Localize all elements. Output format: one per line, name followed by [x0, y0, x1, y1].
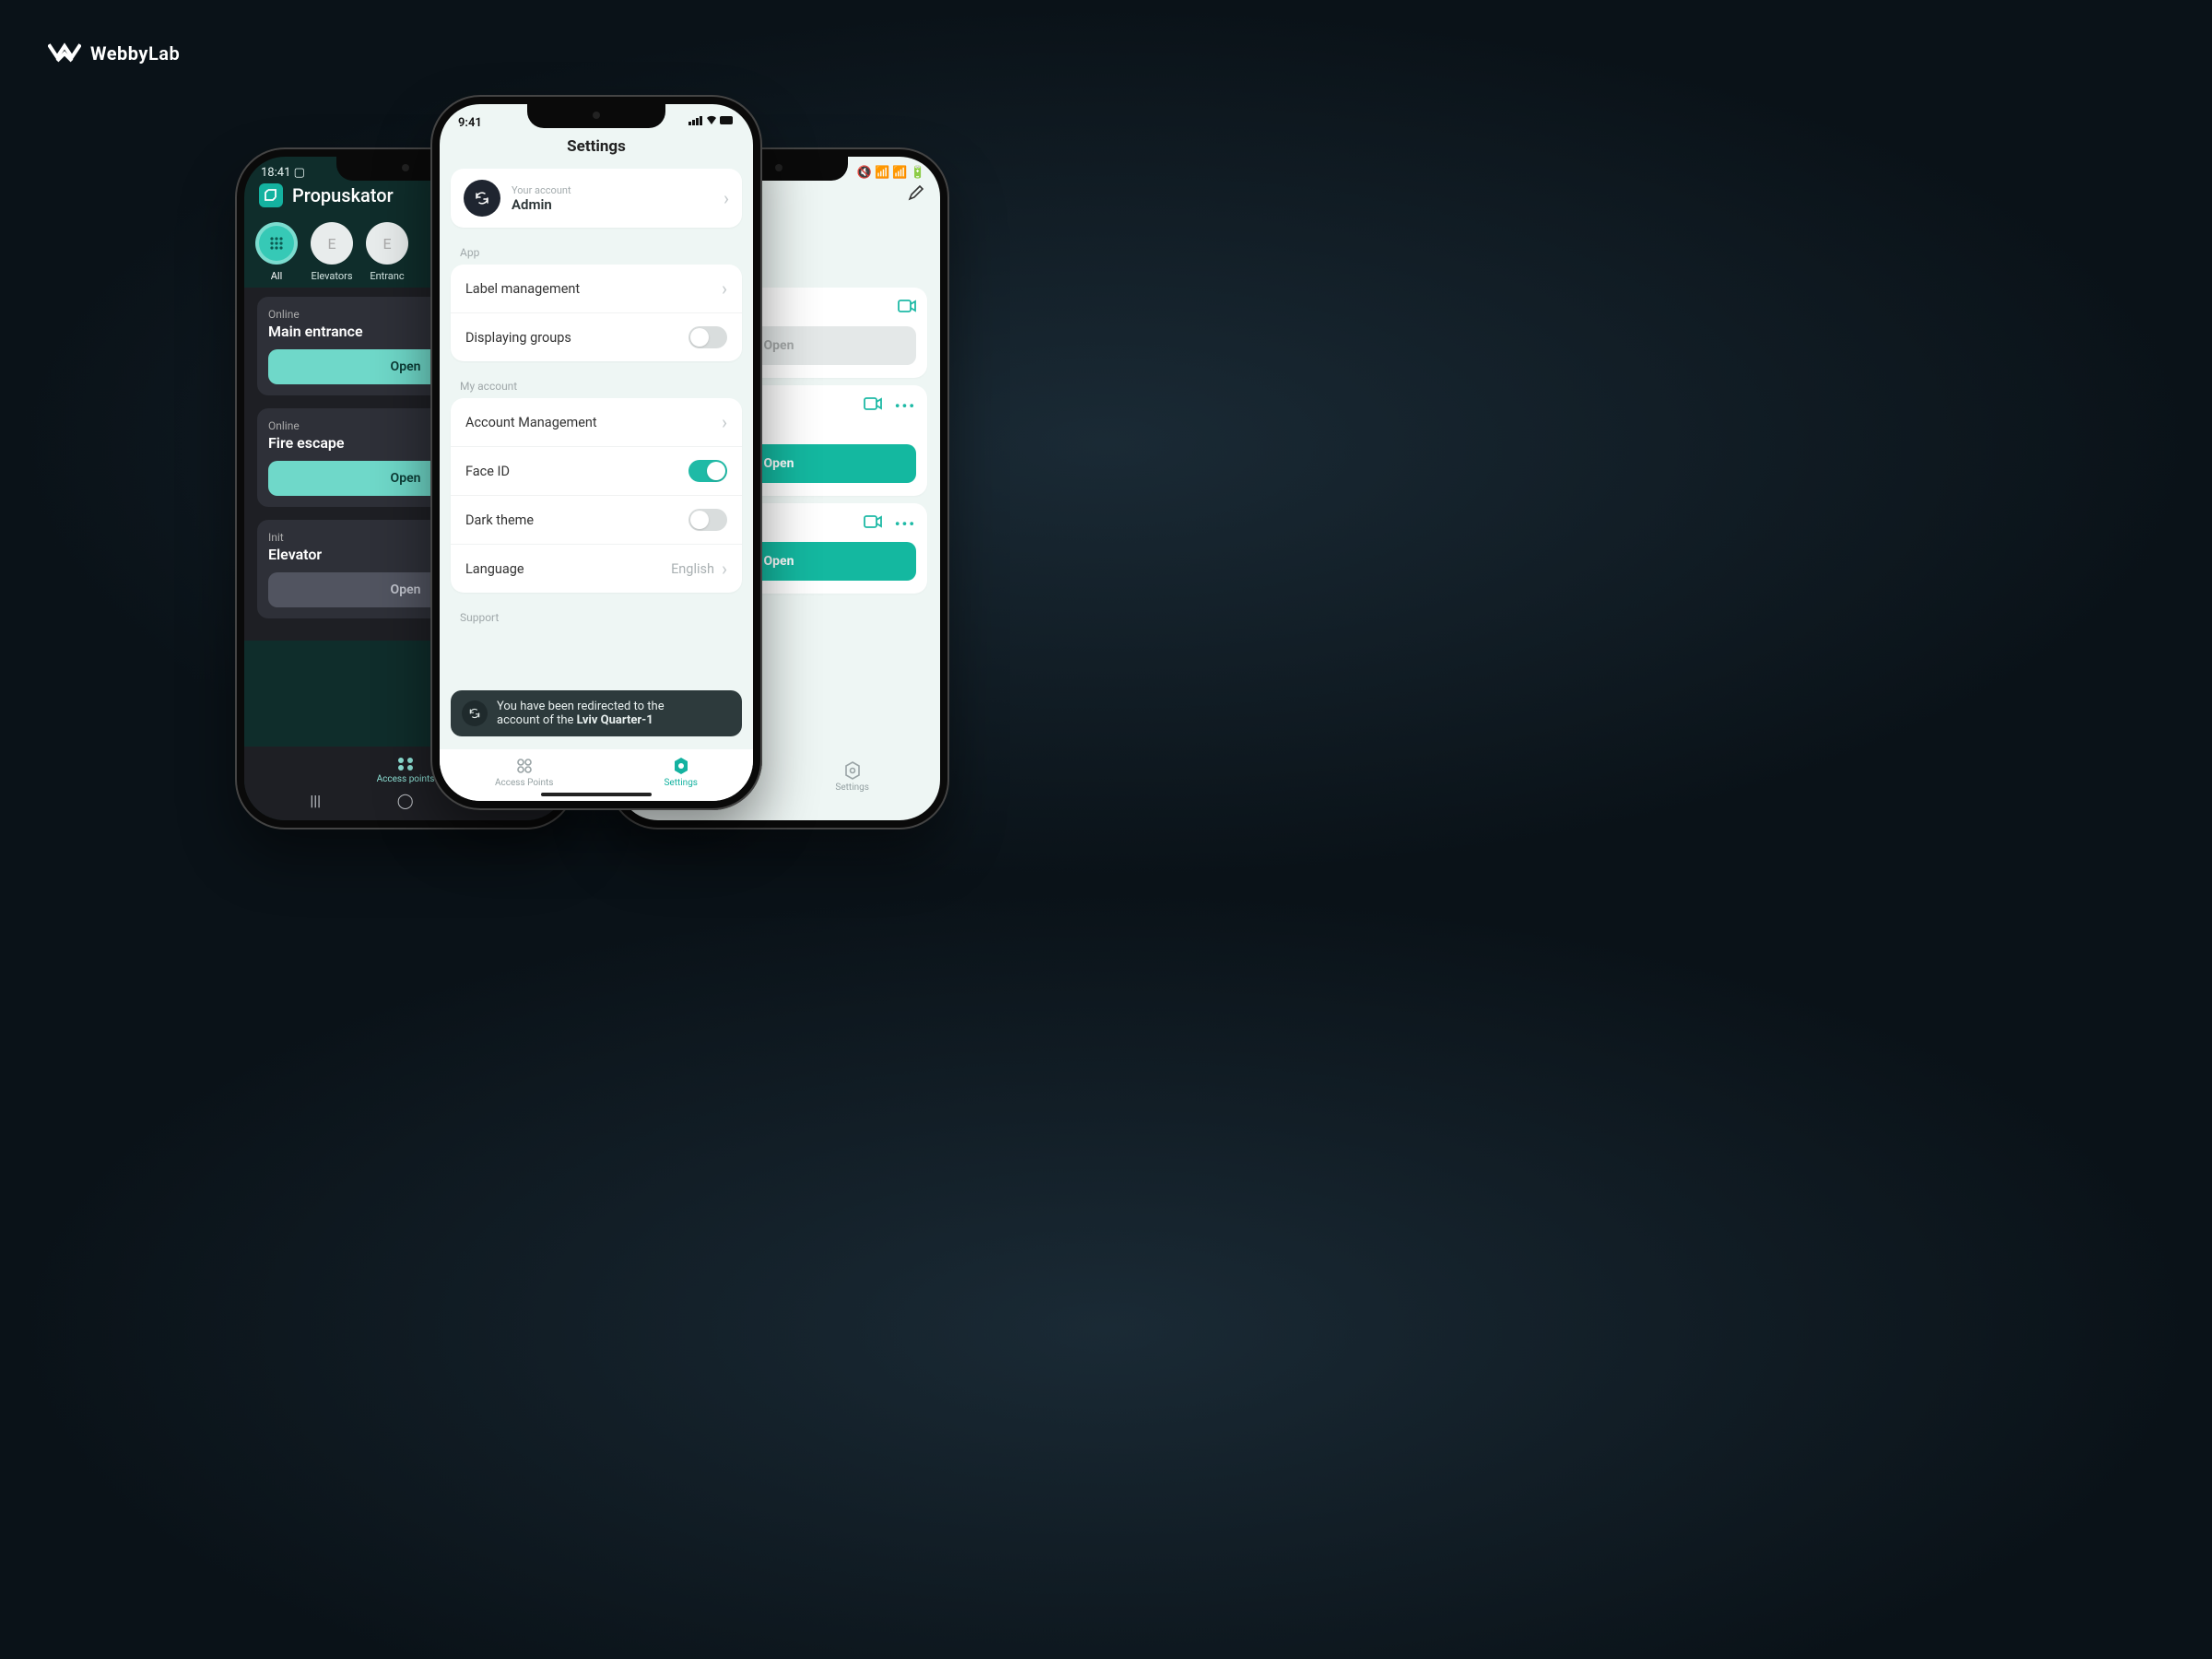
section-support: Support [460, 611, 753, 624]
phone-center: 9:41 Settings Your account Admin › [430, 95, 762, 810]
toggle-displaying-groups[interactable] [688, 326, 727, 348]
page-title: Settings [440, 134, 753, 169]
camera-icon[interactable] [898, 299, 916, 317]
row-face-id[interactable]: Face ID [451, 446, 742, 495]
tab-access-points[interactable]: Access Points [495, 757, 553, 788]
chevron-right-icon: › [722, 411, 727, 433]
more-icon[interactable]: ••• [895, 515, 916, 533]
sync-icon [464, 180, 500, 217]
tab-settings[interactable]: Settings [835, 761, 869, 793]
filter-chip-all[interactable]: All [255, 222, 298, 282]
account-sublabel: Your account [512, 184, 712, 196]
row-account-management[interactable]: Account Management › [451, 398, 742, 446]
status-time: 18:41 ▢ [261, 166, 305, 180]
chevron-right-icon: › [724, 187, 729, 209]
tab-access-points[interactable]: Access points [377, 756, 435, 784]
toggle-dark-theme[interactable] [688, 509, 727, 531]
row-displaying-groups[interactable]: Displaying groups [451, 312, 742, 361]
redirect-toast: You have been redirected to the account … [451, 690, 742, 736]
tab-settings[interactable]: Settings [664, 757, 698, 788]
camera-icon[interactable] [864, 396, 882, 415]
section-my-account: My account [460, 380, 753, 393]
android-recent-icon[interactable]: ||| [310, 792, 321, 809]
row-language[interactable]: Language English› [451, 544, 742, 593]
sync-icon [462, 700, 488, 726]
row-dark-theme[interactable]: Dark theme [451, 495, 742, 544]
filter-chip-elevators[interactable]: E Elevators [311, 222, 353, 282]
account-card[interactable]: Your account Admin › [451, 169, 742, 228]
more-icon[interactable]: ••• [895, 397, 916, 415]
row-label-management[interactable]: Label management › [451, 265, 742, 312]
chevron-right-icon: › [722, 558, 727, 580]
edit-icon[interactable] [907, 183, 925, 206]
app-logo-icon [259, 183, 283, 207]
account-name: Admin [512, 196, 712, 213]
filter-chip-entrance[interactable]: E Entranc [366, 222, 408, 282]
status-time: 9:41 [458, 116, 482, 130]
toggle-face-id[interactable] [688, 460, 727, 482]
status-icons [688, 115, 735, 130]
chevron-right-icon: › [722, 277, 727, 300]
home-indicator [541, 793, 652, 796]
android-home-icon[interactable]: ◯ [397, 792, 414, 809]
camera-icon[interactable] [864, 514, 882, 533]
section-app: App [460, 246, 753, 259]
app-title: Propuskator [292, 184, 394, 206]
grid-icon [255, 222, 298, 265]
